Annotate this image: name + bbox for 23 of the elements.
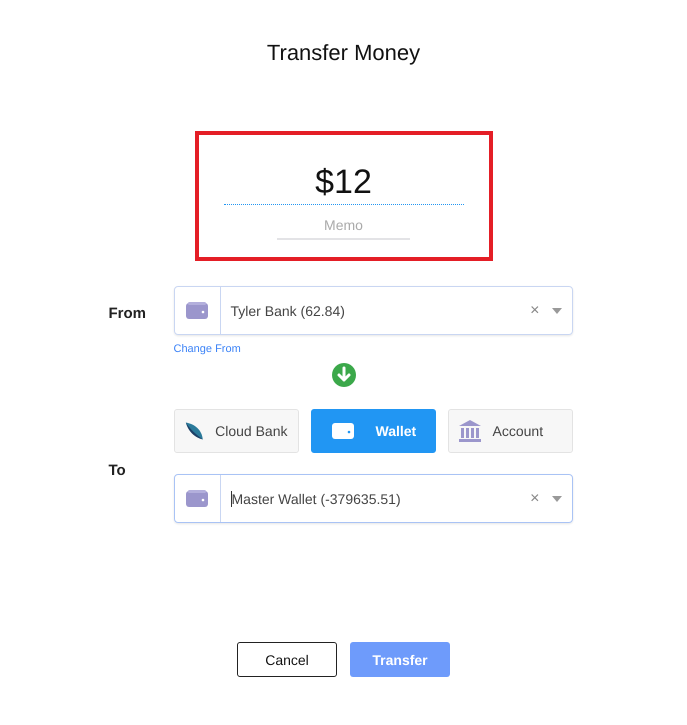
memo-field[interactable]: Memo — [277, 213, 410, 240]
bank-icon — [458, 420, 480, 442]
dropdown-caret-icon[interactable] — [552, 308, 562, 314]
clear-button[interactable]: × — [530, 302, 540, 320]
from-label: From — [108, 304, 147, 324]
to-select[interactable]: Master Wallet (-379635.51) × — [174, 474, 572, 523]
page-title: Transfer Money — [266, 40, 420, 66]
destination-option[interactable]: Cloud Bank — [174, 409, 298, 453]
from-select[interactable]: Tyler Bank (62.84) × — [174, 286, 572, 335]
wallet-icon — [186, 302, 208, 320]
wallet-icon — [186, 490, 208, 508]
dropdown-caret-icon[interactable] — [552, 496, 562, 502]
change-from-link[interactable]: Change From — [174, 343, 241, 355]
leaf-icon — [184, 420, 204, 442]
clear-button[interactable]: × — [530, 490, 540, 508]
destination-option[interactable]: Account — [448, 409, 572, 453]
to-value: Master Wallet (-379635.51) — [230, 490, 530, 506]
cancel-button[interactable]: Cancel — [237, 642, 337, 677]
to-label: To — [108, 462, 127, 481]
wallet-icon — [332, 422, 354, 440]
arrow-down-icon — [332, 363, 356, 387]
amount-field[interactable]: $12 — [224, 163, 464, 205]
from-value: Tyler Bank (62.84) — [230, 302, 346, 318]
